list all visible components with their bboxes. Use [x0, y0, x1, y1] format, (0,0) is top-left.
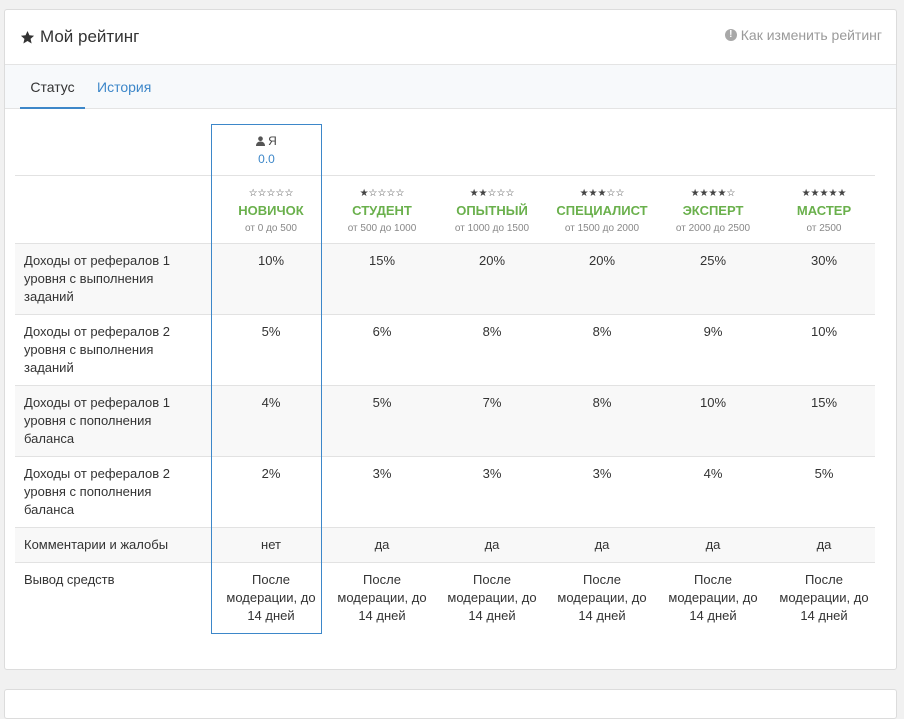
row-label: Доходы от рефералов 2 уровня с пополнени…	[24, 466, 170, 517]
secondary-panel	[4, 689, 897, 719]
row-value: 8%	[592, 395, 612, 410]
tab-status[interactable]: Статус	[20, 65, 85, 109]
level-cell: ★☆☆☆☆ СТУДЕНТ от 500 до 1000	[327, 188, 437, 236]
level-name: НОВИЧОК	[238, 203, 304, 218]
row-value: 5%	[372, 395, 392, 410]
page-title-text: Мой рейтинг	[40, 27, 140, 46]
table-row: Вывод средств После модерации, до 14 дней…	[15, 562, 875, 642]
row-value: 6%	[372, 324, 392, 339]
row-value: 5%	[261, 324, 281, 339]
page-title: Мой рейтинг	[20, 27, 139, 47]
row-value: 15%	[810, 395, 838, 410]
row-value: После модерации, до 14 дней	[779, 572, 869, 623]
level-stars-icon: ★★★★★	[801, 188, 847, 199]
row-value: После модерации, до 14 дней	[447, 572, 537, 623]
row-label: Комментарии и жалобы	[24, 537, 169, 552]
level-range: от 0 до 500	[245, 223, 297, 234]
panel-header: Мой рейтинг ! Как изменить рейтинг	[5, 10, 896, 65]
row-value: 20%	[588, 253, 616, 268]
level-stars-icon: ★★★★☆	[690, 188, 736, 199]
row-label: Доходы от рефералов 1 уровня с выполнени…	[24, 253, 170, 304]
row-label: Доходы от рефералов 1 уровня с пополнени…	[24, 395, 170, 446]
my-name: Я	[211, 134, 322, 148]
level-cell: ★★★★★ МАСТЕР от 2500	[769, 188, 879, 236]
row-value: да	[816, 537, 832, 552]
level-name: МАСТЕР	[796, 203, 852, 218]
table-row: Доходы от рефералов 1 уровня с выполнени…	[15, 243, 875, 314]
row-value: 9%	[703, 324, 723, 339]
howto-text: Как изменить рейтинг	[740, 27, 882, 43]
level-range: от 1500 до 2000	[564, 223, 640, 234]
row-value: 4%	[703, 466, 723, 481]
level-cell: ★★★☆☆ СПЕЦИАЛИСТ от 1500 до 2000	[547, 188, 657, 236]
level-header-row: ☆☆☆☆☆ НОВИЧОК от 0 до 500 ★☆☆☆☆ СТУДЕНТ от 50…	[15, 175, 875, 243]
row-value: 10%	[257, 253, 285, 268]
row-value: 2%	[261, 466, 281, 481]
row-value: 3%	[372, 466, 392, 481]
row-value: После модерации, до 14 дней	[226, 572, 316, 623]
user-icon	[256, 136, 266, 146]
row-value: 10%	[810, 324, 838, 339]
row-value: 15%	[368, 253, 396, 268]
tab-bar: Статус История	[5, 65, 896, 109]
level-cell: ☆☆☆☆☆ НОВИЧОК от 0 до 500	[216, 188, 326, 236]
level-stars-icon: ★☆☆☆☆	[359, 188, 405, 199]
info-icon: !	[724, 29, 737, 41]
level-range: от 500 до 1000	[347, 223, 417, 234]
level-stars-icon: ★★☆☆☆	[469, 188, 515, 199]
row-value: После модерации, до 14 дней	[557, 572, 647, 623]
level-name: СТУДЕНТ	[352, 203, 412, 218]
row-value: 7%	[482, 395, 502, 410]
table-row: Доходы от рефералов 2 уровня с выполнени…	[15, 314, 875, 385]
row-value: 8%	[482, 324, 502, 339]
row-value: 4%	[261, 395, 281, 410]
level-range: от 1000 до 1500	[454, 223, 530, 234]
my-name-text: Я	[268, 134, 277, 148]
level-name: ОПЫТНЫЙ	[456, 203, 528, 218]
level-cell: ★★★★☆ ЭКСПЕРТ от 2000 до 2500	[658, 188, 768, 236]
row-value: да	[484, 537, 500, 552]
row-value: да	[374, 537, 390, 552]
level-range: от 2500	[806, 223, 842, 234]
level-range: от 2000 до 2500	[675, 223, 751, 234]
row-value: 30%	[810, 253, 838, 268]
row-value: 20%	[478, 253, 506, 268]
row-value: После модерации, до 14 дней	[668, 572, 758, 623]
level-stars-icon: ☆☆☆☆☆	[248, 188, 294, 199]
howto-link[interactable]: ! Как изменить рейтинг	[724, 27, 882, 43]
row-value: 3%	[482, 466, 502, 481]
row-value: 3%	[592, 466, 612, 481]
row-value: да	[594, 537, 610, 552]
level-cell: ★★☆☆☆ ОПЫТНЫЙ от 1000 до 1500	[437, 188, 547, 236]
row-value: 5%	[814, 466, 834, 481]
row-label: Вывод средств	[24, 572, 115, 587]
tab-history[interactable]: История	[97, 65, 151, 109]
level-name: ЭКСПЕРТ	[682, 203, 744, 218]
table-row: Доходы от рефералов 1 уровня с пополнени…	[15, 385, 875, 456]
level-stars-icon: ★★★☆☆	[579, 188, 625, 199]
row-value: После модерации, до 14 дней	[337, 572, 427, 623]
row-label: Доходы от рефералов 2 уровня с выполнени…	[24, 324, 170, 375]
my-rating-header: Я 0.0	[211, 134, 322, 166]
row-value: 8%	[592, 324, 612, 339]
level-name: СПЕЦИАЛИСТ	[556, 203, 648, 218]
row-value: да	[705, 537, 721, 552]
table-row: Комментарии и жалобы нет да да да да да	[15, 527, 875, 562]
row-value: нет	[261, 537, 281, 552]
row-value: 10%	[699, 395, 727, 410]
star-icon	[20, 30, 35, 43]
row-value: 25%	[699, 253, 727, 268]
table-row: Доходы от рефералов 2 уровня с пополнени…	[15, 456, 875, 527]
my-score: 0.0	[258, 152, 275, 166]
